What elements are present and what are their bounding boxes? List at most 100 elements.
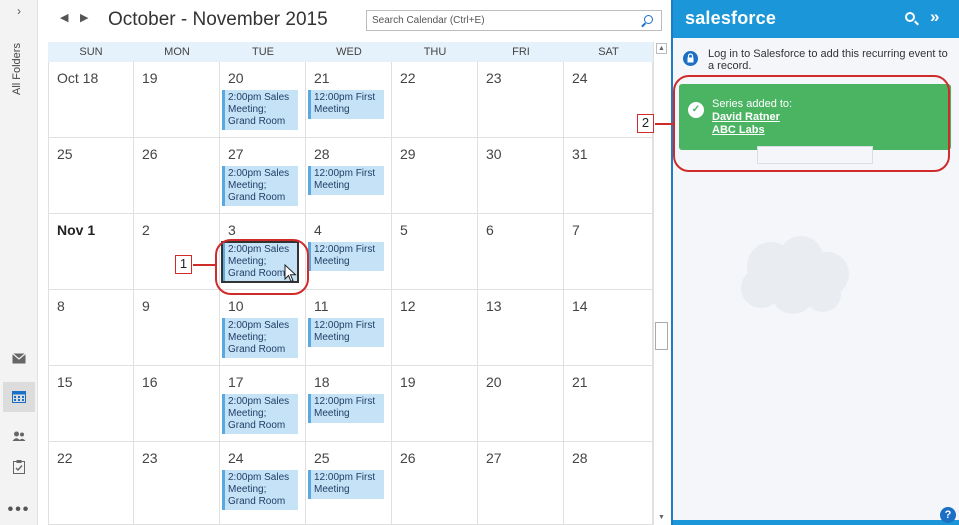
scroll-thumb[interactable] [655,322,668,350]
day-cell[interactable]: 22 [48,442,134,525]
event-sales-meeting[interactable]: 2:00pm Sales Meeting; Grand Room [222,166,298,206]
day-cell[interactable]: 6 [478,214,564,290]
day-cell[interactable]: 23 [134,442,220,525]
day-cell[interactable]: 7 [564,214,653,290]
day-cell[interactable]: 2 [134,214,220,290]
day-number: 31 [572,146,588,162]
day-cell[interactable]: 21 12:00pm First Meeting [306,62,392,138]
day-cell[interactable]: 28 12:00pm First Meeting [306,138,392,214]
event-first-meeting[interactable]: 12:00pm First Meeting [308,90,384,119]
event-first-meeting[interactable]: 12:00pm First Meeting [308,242,384,271]
day-number: 11 [314,298,329,314]
day-number: 28 [314,146,330,162]
day-cell[interactable]: 15 [48,366,134,442]
login-message: Log in to Salesforce to add this recurri… [683,48,955,72]
day-cell[interactable]: 27 [478,442,564,525]
day-cell[interactable]: 19 [134,62,220,138]
all-folders-label[interactable]: All Folders [11,43,23,95]
day-number: 9 [142,298,150,314]
day-number: 17 [228,374,244,390]
day-header-sun: SUN [79,46,103,58]
day-cell[interactable]: 9 [134,290,220,366]
day-cell[interactable]: 27 2:00pm Sales Meeting; Grand Room [220,138,306,214]
day-cell[interactable]: 28 [564,442,653,525]
day-cell[interactable]: 24 2:00pm Sales Meeting; Grand Room [220,442,306,525]
day-cell[interactable]: 11 12:00pm First Meeting [306,290,392,366]
people-icon[interactable] [3,421,35,451]
calendar-scrollbar[interactable]: ▲ ▼ [653,42,669,525]
day-number: 25 [57,146,73,162]
day-number: Oct 18 [57,70,99,86]
day-cell[interactable]: 16 [134,366,220,442]
event-sales-meeting[interactable]: 2:00pm Sales Meeting; Grand Room [222,394,298,434]
day-cell[interactable]: 20 2:00pm Sales Meeting; Grand Room [220,62,306,138]
mouse-cursor-icon [284,264,297,283]
day-cell[interactable]: 22 [392,62,478,138]
tasks-icon[interactable] [3,452,35,482]
event-first-meeting[interactable]: 12:00pm First Meeting [308,318,384,347]
day-cell[interactable]: 31 [564,138,653,214]
expand-panel-icon[interactable]: » [930,7,939,27]
day-header-tue: TUE [252,46,274,58]
day-header-thu: THU [423,46,447,58]
day-cell[interactable]: 26 [134,138,220,214]
day-number: 19 [142,70,158,86]
day-number: 20 [486,374,502,390]
day-cell[interactable]: 8 [48,290,134,366]
day-cell[interactable]: 23 [478,62,564,138]
day-cell[interactable]: 25 [48,138,134,214]
day-cell[interactable]: 14 [564,290,653,366]
event-first-meeting[interactable]: 12:00pm First Meeting [308,394,384,423]
day-number: 27 [228,146,244,162]
scroll-down-icon[interactable]: ▼ [656,512,667,523]
salesforce-logo: salesforce [685,8,777,28]
calendar-title: October - November 2015 [108,9,328,30]
day-cell[interactable]: 30 [478,138,564,214]
day-cell[interactable]: 12 [392,290,478,366]
callout-line-1 [193,264,215,266]
day-header-wed: WED [336,46,362,58]
day-cell[interactable]: 13 [478,290,564,366]
previous-month-icon[interactable]: ◀ [60,11,68,24]
day-cell[interactable]: 19 [392,366,478,442]
event-sales-meeting[interactable]: 2:00pm Sales Meeting; Grand Room [222,318,298,358]
month-grid: SUN MON TUE WED THU FRI SAT Oct 18 19 20 2:… [48,42,653,525]
search-icon[interactable] [905,12,915,22]
event-sales-meeting[interactable]: 2:00pm Sales Meeting; Grand Room [222,470,298,510]
day-cell[interactable]: 25 12:00pm First Meeting [306,442,392,525]
mail-icon[interactable] [3,343,35,373]
day-number: 23 [142,450,158,466]
day-cell[interactable]: Nov 1 [48,214,134,290]
expand-folders-icon[interactable]: › [0,4,38,18]
day-cell[interactable]: 17 2:00pm Sales Meeting; Grand Room [220,366,306,442]
day-cell[interactable]: 21 [564,366,653,442]
day-cell[interactable]: 5 [392,214,478,290]
day-cell[interactable]: 26 [392,442,478,525]
search-calendar-input[interactable]: Search Calendar (Ctrl+E) [366,10,662,31]
day-number: 30 [486,146,502,162]
day-cell[interactable]: 18 12:00pm First Meeting [306,366,392,442]
day-number: 19 [400,374,416,390]
scroll-up-icon[interactable]: ▲ [656,43,667,54]
event-first-meeting[interactable]: 12:00pm First Meeting [308,470,384,499]
day-number: 16 [142,374,158,390]
day-cell[interactable]: 20 [478,366,564,442]
callout-marker-1: 1 [175,255,192,274]
help-icon[interactable]: ? [940,507,956,523]
more-icon[interactable]: ••• [3,495,35,525]
day-header-sat: SAT [598,46,619,58]
day-cell[interactable]: Oct 18 [48,62,134,138]
day-cell[interactable]: 29 [392,138,478,214]
search-icon[interactable] [644,15,653,24]
callout-line-2 [655,123,673,125]
search-placeholder: Search Calendar (Ctrl+E) [372,15,485,26]
event-sales-meeting[interactable]: 2:00pm Sales Meeting; Grand Room [222,90,298,130]
next-month-icon[interactable]: ▶ [80,11,88,24]
day-number: 4 [314,222,322,238]
day-cell[interactable]: 10 2:00pm Sales Meeting; Grand Room [220,290,306,366]
callout-highlight-banner [673,75,950,172]
day-number: 29 [400,146,416,162]
event-first-meeting[interactable]: 12:00pm First Meeting [308,166,384,195]
calendar-icon[interactable] [3,382,35,412]
day-cell[interactable]: 4 12:00pm First Meeting [306,214,392,290]
